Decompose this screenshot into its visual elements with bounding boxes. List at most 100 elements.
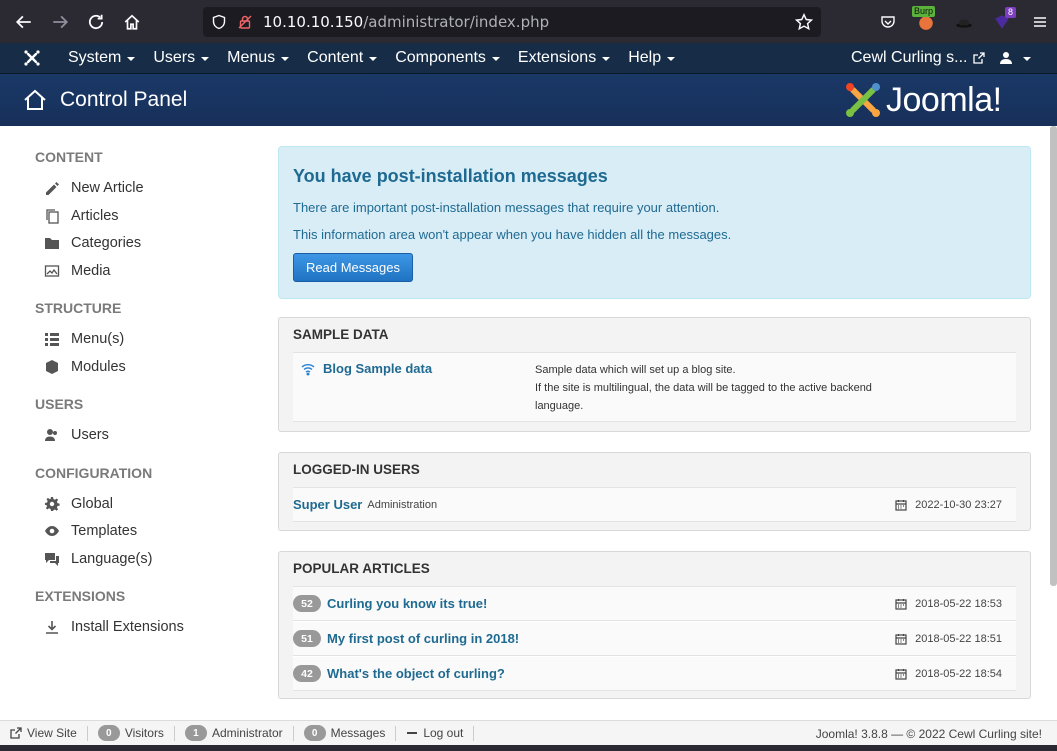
- external-link-icon: [973, 52, 986, 64]
- sidebar-item-new-article[interactable]: New Article: [43, 179, 144, 197]
- administrator-status[interactable]: 1 Administrator: [175, 725, 294, 741]
- joomla-top-nav: System Users Menus Content Components Ex…: [0, 43, 1057, 74]
- admin-label: Administrator: [211, 726, 283, 740]
- login-date: 2022-10-30 23:27: [895, 488, 1002, 522]
- joomla-logo-icon: [846, 83, 880, 117]
- popular-articles-panel: POPULAR ARTICLES 52 Curling you know its…: [278, 551, 1031, 699]
- panel-heading: LOGGED-IN USERS: [293, 462, 420, 477]
- read-messages-button[interactable]: Read Messages: [293, 253, 413, 282]
- cube-icon: [43, 358, 61, 376]
- hat-extension-icon[interactable]: [952, 10, 976, 34]
- logout-link[interactable]: Log out: [396, 725, 475, 741]
- sidebar-item-label: Articles: [71, 208, 119, 224]
- joomla-logo-icon[interactable]: [22, 46, 46, 70]
- arrow-right-icon: [53, 15, 69, 28]
- burp-extension-icon[interactable]: Burp: [912, 6, 938, 34]
- extensions-area: Burp 8: [876, 6, 1052, 38]
- status-bar: View Site 0 Visitors 1 Administrator 0 M…: [0, 720, 1057, 745]
- visitors-status[interactable]: 0 Visitors: [88, 725, 175, 741]
- menu-content[interactable]: Content: [299, 49, 387, 67]
- burp-badge: Burp: [912, 6, 936, 17]
- menu-extensions[interactable]: Extensions: [510, 49, 620, 67]
- alert-message-2: This information area won't appear when …: [293, 227, 732, 242]
- visitors-label: Visitors: [124, 726, 164, 740]
- article-date-text: 2018-05-22 18:51: [915, 633, 1002, 645]
- sample-data-desc-line: Sample data which will set up a blog sit…: [535, 364, 736, 376]
- panel-body: 52 Curling you know its true! 2018-05-22…: [293, 586, 1016, 691]
- menu-label: Extensions: [517, 49, 597, 66]
- panel-heading: SAMPLE DATA: [293, 327, 389, 342]
- external-link-icon: [10, 727, 22, 739]
- sidebar-item-label: Templates: [71, 523, 138, 539]
- sidebar-item-label: Users: [71, 427, 109, 443]
- pocket-icon[interactable]: [876, 10, 900, 34]
- sample-data-row: Blog Sample data Sample data which will …: [293, 353, 1016, 422]
- messages-status[interactable]: 0 Messages: [294, 725, 397, 741]
- home-icon: [24, 89, 46, 110]
- sidebar-item-install-extensions[interactable]: Install Extensions: [43, 618, 184, 636]
- article-title-link[interactable]: Curling you know its true!: [327, 596, 487, 611]
- sidebar-item-label: Modules: [71, 359, 126, 375]
- menu-components[interactable]: Components: [387, 49, 510, 67]
- sidebar-item-users[interactable]: Users: [43, 426, 109, 444]
- article-title-link[interactable]: What's the object of curling?: [327, 666, 505, 681]
- back-button[interactable]: [6, 4, 42, 40]
- minus-icon: [406, 727, 418, 739]
- sample-data-desc-line: If the site is multilingual, the data wi…: [535, 382, 872, 394]
- foxyproxy-extension-icon[interactable]: 8: [990, 7, 1016, 34]
- sidebar-item-categories[interactable]: Categories: [43, 234, 141, 252]
- article-title-link[interactable]: My first post of curling in 2018!: [327, 631, 519, 646]
- reload-button[interactable]: [78, 4, 114, 40]
- menu-menus[interactable]: Menus: [219, 49, 299, 67]
- menu-users[interactable]: Users: [145, 49, 219, 67]
- view-site-link[interactable]: View Site: [0, 725, 88, 741]
- menu-hamburger-icon[interactable]: [1028, 10, 1052, 34]
- sidebar-item-articles[interactable]: Articles: [43, 207, 119, 225]
- sidebar-item-menus[interactable]: Menu(s): [43, 330, 124, 348]
- sidebar-item-modules[interactable]: Modules: [43, 358, 126, 376]
- forward-button[interactable]: [42, 4, 78, 40]
- image-icon: [43, 262, 61, 280]
- home-button[interactable]: [114, 4, 150, 40]
- article-date: 2018-05-22 18:51: [895, 622, 1002, 656]
- sidebar-item-global[interactable]: Global: [43, 495, 113, 513]
- hits-badge: 52: [293, 595, 321, 612]
- blog-sample-data-title: Blog Sample data: [323, 361, 433, 376]
- gear-icon: [43, 495, 61, 513]
- panel-body: Super User Administration 2022-10-30 23:…: [293, 487, 1016, 522]
- messages-label: Messages: [330, 726, 386, 740]
- shield-icon[interactable]: [211, 13, 229, 31]
- article-row: 51 My first post of curling in 2018! 201…: [293, 622, 1016, 656]
- menu-help[interactable]: Help: [620, 49, 685, 67]
- article-row: 42 What's the object of curling? 2018-05…: [293, 657, 1016, 691]
- sample-data-desc-line: language.: [535, 400, 584, 412]
- stack-icon: [43, 207, 61, 225]
- post-install-alert: You have post-installation messages Ther…: [278, 146, 1031, 299]
- user-menu[interactable]: [999, 43, 1031, 73]
- bookmark-star-icon[interactable]: [794, 12, 814, 31]
- page-scrollbar[interactable]: [1050, 126, 1057, 586]
- alert-title: You have post-installation messages: [293, 166, 608, 186]
- sidebar-item-media[interactable]: Media: [43, 262, 111, 280]
- caret-down-icon: [1023, 57, 1031, 61]
- sidebar-item-label: Menu(s): [71, 331, 125, 347]
- page-title: Control Panel: [60, 88, 188, 111]
- url-text: 10.10.10.150/administrator/index.php: [263, 13, 550, 31]
- sidebar-item-label: New Article: [71, 180, 144, 196]
- wifi-icon: [301, 362, 315, 376]
- site-link[interactable]: Cewl Curling s...: [851, 43, 986, 73]
- menu-system[interactable]: System: [60, 49, 145, 67]
- article-date: 2018-05-22 18:54: [895, 657, 1002, 691]
- url-bar[interactable]: 10.10.10.150/administrator/index.php: [203, 7, 821, 37]
- caret-down-icon: [281, 57, 290, 61]
- sidebar-item-label: Global: [71, 496, 113, 512]
- article-row: 52 Curling you know its true! 2018-05-22…: [293, 587, 1016, 621]
- menu-label: Users: [153, 49, 196, 66]
- user-name-link[interactable]: Super User: [293, 497, 362, 512]
- blog-sample-data-link[interactable]: Blog Sample data: [301, 361, 432, 376]
- joomla-brand-text: Joomla!: [886, 80, 1002, 119]
- comments-icon: [43, 550, 61, 568]
- insecure-lock-icon[interactable]: [237, 13, 255, 31]
- sidebar-item-templates[interactable]: Templates: [43, 522, 137, 540]
- sidebar-item-languages[interactable]: Language(s): [43, 550, 152, 568]
